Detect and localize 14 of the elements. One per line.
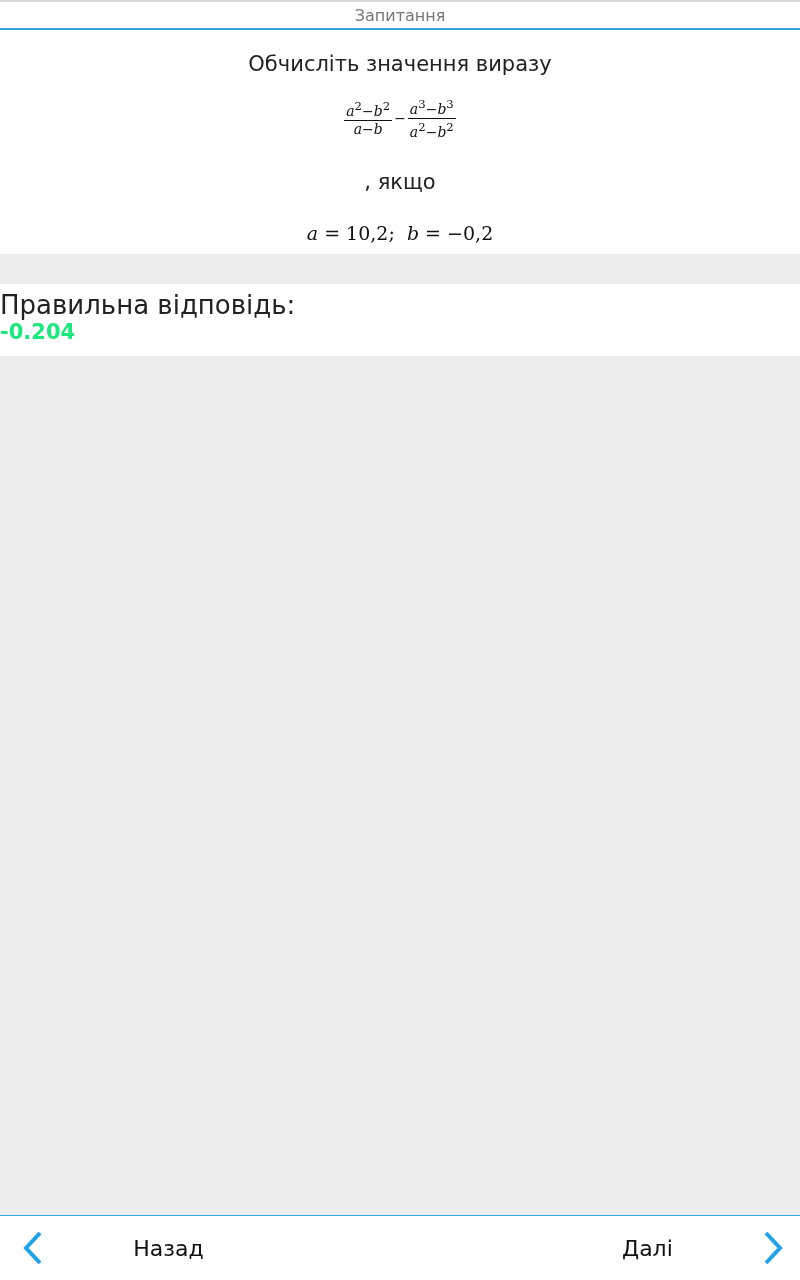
back-chevron-icon[interactable] xyxy=(22,1230,44,1266)
fraction-numerator: a$^{3}$−b$^{3}$ xyxy=(407,96,456,119)
fraction-denominator: a−b xyxy=(352,121,384,138)
question-prompt: Обчисліть значення виразу xyxy=(248,52,552,76)
condition-word: , якщо xyxy=(364,170,436,195)
condition-values: a = 10,2; b = −0,2 xyxy=(306,222,494,245)
minus-operator: − xyxy=(393,110,407,127)
fraction-numerator: a$^{2}$−b$^{2}$ xyxy=(344,98,393,121)
answer-value: -0.204 xyxy=(0,320,77,345)
answer-label: Правильна відповідь: xyxy=(0,290,297,321)
back-button[interactable]: Назад xyxy=(125,1231,212,1265)
fraction-denominator: a$^{2}$−b$^{2}$ xyxy=(408,118,455,141)
header-title: Запитання xyxy=(354,5,446,25)
next-button[interactable]: Далі xyxy=(613,1231,681,1265)
